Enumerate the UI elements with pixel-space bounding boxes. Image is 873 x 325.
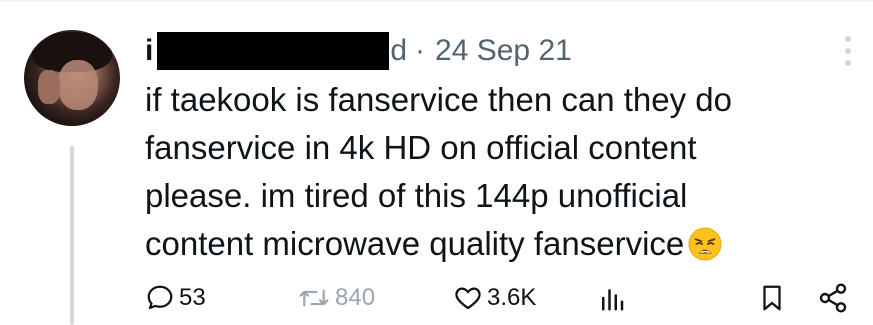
redaction-bar [157,32,390,70]
like-count: 3.6K [487,284,537,311]
header-separator: · [415,34,426,67]
share-icon [819,283,847,313]
more-icon[interactable] [836,36,860,76]
avatar[interactable] [24,30,120,126]
top-divider [0,0,873,2]
action-bar: 53 840 3.6K [145,276,865,320]
share-button[interactable] [817,276,849,320]
like-button[interactable]: 3.6K [453,276,536,320]
reply-count: 53 [179,284,206,311]
post-text-body: if taekook is fanservice then can they d… [145,81,733,262]
reply-button[interactable]: 53 [145,276,206,320]
views-button[interactable] [597,276,627,320]
bookmark-button[interactable] [757,276,787,320]
retweet-icon [299,289,329,307]
retweet-button[interactable]: 840 [297,276,375,320]
author-name[interactable]: i [145,34,153,68]
author-handle[interactable]: d [390,34,407,68]
bookmark-icon [763,285,781,311]
retweet-count: 840 [335,284,376,311]
reply-icon [147,285,173,310]
weary-face-emoji [688,227,722,261]
like-icon [455,287,481,310]
thread-line [70,146,74,325]
views-icon [602,289,624,311]
post-text: if taekook is fanservice then can they d… [145,76,835,268]
post-header: i d · 24 Sep 21 [145,30,572,72]
post-date[interactable]: 24 Sep 21 [435,34,572,68]
